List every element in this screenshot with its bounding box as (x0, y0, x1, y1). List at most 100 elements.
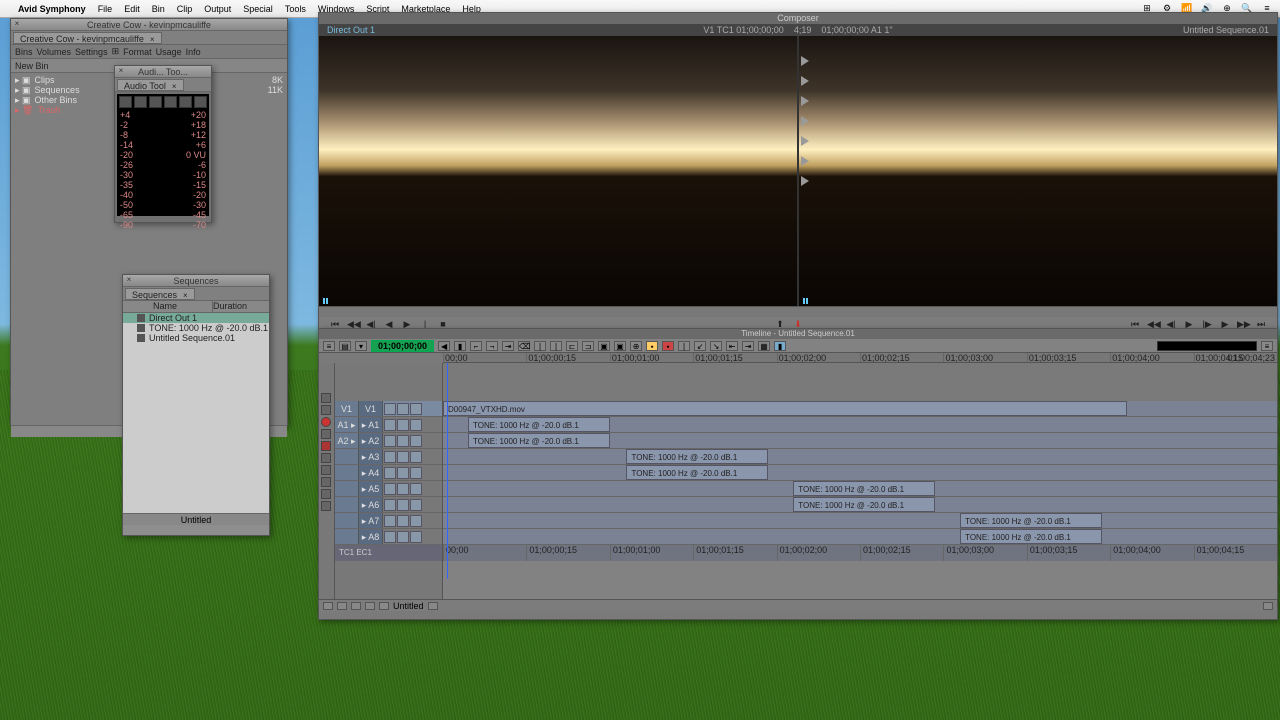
settings-button[interactable]: Settings (75, 47, 108, 57)
menu-bin[interactable]: Bin (152, 4, 165, 14)
meter-btn[interactable] (134, 96, 147, 108)
tl-tool[interactable] (321, 393, 331, 403)
video-clip[interactable]: D00947_VTXHD.mov (443, 401, 1127, 416)
tl-btn[interactable]: ↙ (694, 341, 706, 351)
playhead[interactable] (447, 363, 448, 579)
track-header-a5[interactable]: ▸ A5 (335, 481, 442, 497)
track-header-a1[interactable]: A1 ▸▸ A1 (335, 417, 442, 433)
tl-tool[interactable] (321, 489, 331, 499)
tl-btn[interactable]: ≡ (1261, 341, 1273, 351)
tl-btn[interactable]: ↘ (710, 341, 722, 351)
track-header-a8[interactable]: ▸ A8 (335, 529, 442, 545)
tl-btn[interactable]: ▦ (758, 341, 770, 351)
tl-btn[interactable]: ⌫ (518, 341, 530, 351)
tl-btn[interactable]: ⊏ (566, 341, 578, 351)
seq-list[interactable]: Direct Out 1 TONE: 1000 Hz @ -20.0 dB.1 … (123, 313, 269, 513)
tl-foot-btn[interactable] (428, 602, 438, 610)
tab-close-icon[interactable]: × (150, 35, 155, 44)
source-monitor[interactable] (319, 36, 797, 306)
timeline-tracks[interactable]: D00947_VTXHD.mov TONE: 1000 Hz @ -20.0 d… (443, 363, 1277, 599)
tl-btn[interactable]: ▾ (355, 341, 367, 351)
grid-icon[interactable]: ⊞ (112, 46, 120, 57)
meter-btn[interactable] (119, 96, 132, 108)
tl-btn[interactable]: ⊐ (582, 341, 594, 351)
tl-foot-btn[interactable] (1263, 602, 1273, 610)
tl-btn[interactable]: ⇥ (502, 341, 514, 351)
tl-btn[interactable]: ⊕ (630, 341, 642, 351)
format-button[interactable]: Format (123, 47, 152, 57)
track-header-a6[interactable]: ▸ A6 (335, 497, 442, 513)
audio-clip[interactable]: TONE: 1000 Hz @ -20.0 dB.1 (626, 449, 768, 464)
record-button[interactable] (321, 417, 331, 427)
tl-tool[interactable] (321, 453, 331, 463)
menu-file[interactable]: File (98, 4, 113, 14)
audio-clip[interactable]: TONE: 1000 Hz @ -20.0 dB.1 (468, 417, 610, 432)
menu-clip[interactable]: Clip (177, 4, 193, 14)
tl-btn[interactable]: ≡ (323, 341, 335, 351)
close-icon[interactable]: × (13, 20, 21, 28)
tl-btn[interactable]: ▤ (339, 341, 351, 351)
composer-scrub[interactable] (319, 306, 1277, 317)
meter-btn[interactable] (194, 96, 207, 108)
app-name[interactable]: Avid Symphony (18, 4, 86, 14)
tl-btn[interactable]: ▮ (454, 341, 466, 351)
record-seq-label[interactable]: Untitled Sequence.01 (893, 25, 1277, 35)
menu-tools[interactable]: Tools (285, 4, 306, 14)
tl-tool[interactable] (321, 405, 331, 415)
tl-btn[interactable]: ⇥ (742, 341, 754, 351)
tl-foot-btn[interactable] (365, 602, 375, 610)
audio-clip[interactable]: TONE: 1000 Hz @ -20.0 dB.1 (468, 433, 610, 448)
menu-special[interactable]: Special (243, 4, 273, 14)
sequences-tab[interactable]: Sequences× (125, 288, 195, 300)
tl-btn[interactable]: | (678, 341, 690, 351)
tl-foot-btn[interactable] (337, 602, 347, 610)
close-icon[interactable]: × (125, 276, 133, 284)
tl-btn[interactable]: | (534, 341, 546, 351)
track-header-a7[interactable]: ▸ A7 (335, 513, 442, 529)
audio-clip[interactable]: TONE: 1000 Hz @ -20.0 dB.1 (626, 465, 768, 480)
track-header-a4[interactable]: ▸ A4 (335, 465, 442, 481)
audio-clip[interactable]: TONE: 1000 Hz @ -20.0 dB.1 (960, 513, 1102, 528)
project-tab[interactable]: Creative Cow - kevinpmcauliffe× (13, 32, 162, 44)
source-label[interactable]: Direct Out 1 (327, 25, 375, 35)
track-header-a2[interactable]: A2 ▸▸ A2 (335, 433, 442, 449)
volumes-button[interactable]: Volumes (37, 47, 72, 57)
close-icon[interactable]: × (117, 67, 125, 75)
usage-button[interactable]: Usage (156, 47, 182, 57)
meter-btn[interactable] (164, 96, 177, 108)
tl-tool[interactable] (321, 429, 331, 439)
tl-foot-btn[interactable] (323, 602, 333, 610)
menu-edit[interactable]: Edit (124, 4, 140, 14)
tl-btn[interactable]: ▮ (774, 341, 786, 351)
tl-btn[interactable]: ⬩ (662, 341, 674, 351)
tc-track-label[interactable]: TC1 EC1 (335, 545, 442, 561)
audio-clip[interactable]: TONE: 1000 Hz @ -20.0 dB.1 (793, 497, 935, 512)
tl-tool[interactable] (321, 441, 331, 451)
timeline-ruler[interactable]: 00;0001;00;00;1501;00;01;0001;00;01;1501… (443, 353, 1277, 363)
tl-btn[interactable]: ⇤ (726, 341, 738, 351)
audio-clip[interactable]: TONE: 1000 Hz @ -20.0 dB.1 (960, 529, 1102, 544)
info-button[interactable]: Info (186, 47, 201, 57)
newbin-button[interactable]: New Bin (15, 61, 49, 71)
record-monitor[interactable] (797, 36, 1277, 306)
meter-btn[interactable] (149, 96, 162, 108)
audio-clip[interactable]: TONE: 1000 Hz @ -20.0 dB.1 (793, 481, 935, 496)
tl-tool[interactable] (321, 501, 331, 511)
meter-btn[interactable] (179, 96, 192, 108)
tl-btn[interactable]: ◀ (438, 341, 450, 351)
tl-btn[interactable]: | (550, 341, 562, 351)
bins-button[interactable]: Bins (15, 47, 33, 57)
master-timecode[interactable]: 01;00;00;00 (371, 340, 434, 352)
tl-btn[interactable]: ⌐ (470, 341, 482, 351)
tl-foot-btn[interactable] (379, 602, 389, 610)
audio-tool-tab[interactable]: Audio Tool× (117, 79, 184, 91)
tl-search[interactable] (1157, 341, 1257, 351)
menu-output[interactable]: Output (204, 4, 231, 14)
tl-btn[interactable]: ¬ (486, 341, 498, 351)
tl-btn[interactable]: ▣ (598, 341, 610, 351)
track-header-a3[interactable]: ▸ A3 (335, 449, 442, 465)
tl-tool[interactable] (321, 477, 331, 487)
tl-btn[interactable]: ▣ (614, 341, 626, 351)
tl-foot-btn[interactable] (351, 602, 361, 610)
tl-btn[interactable]: ⬩ (646, 341, 658, 351)
